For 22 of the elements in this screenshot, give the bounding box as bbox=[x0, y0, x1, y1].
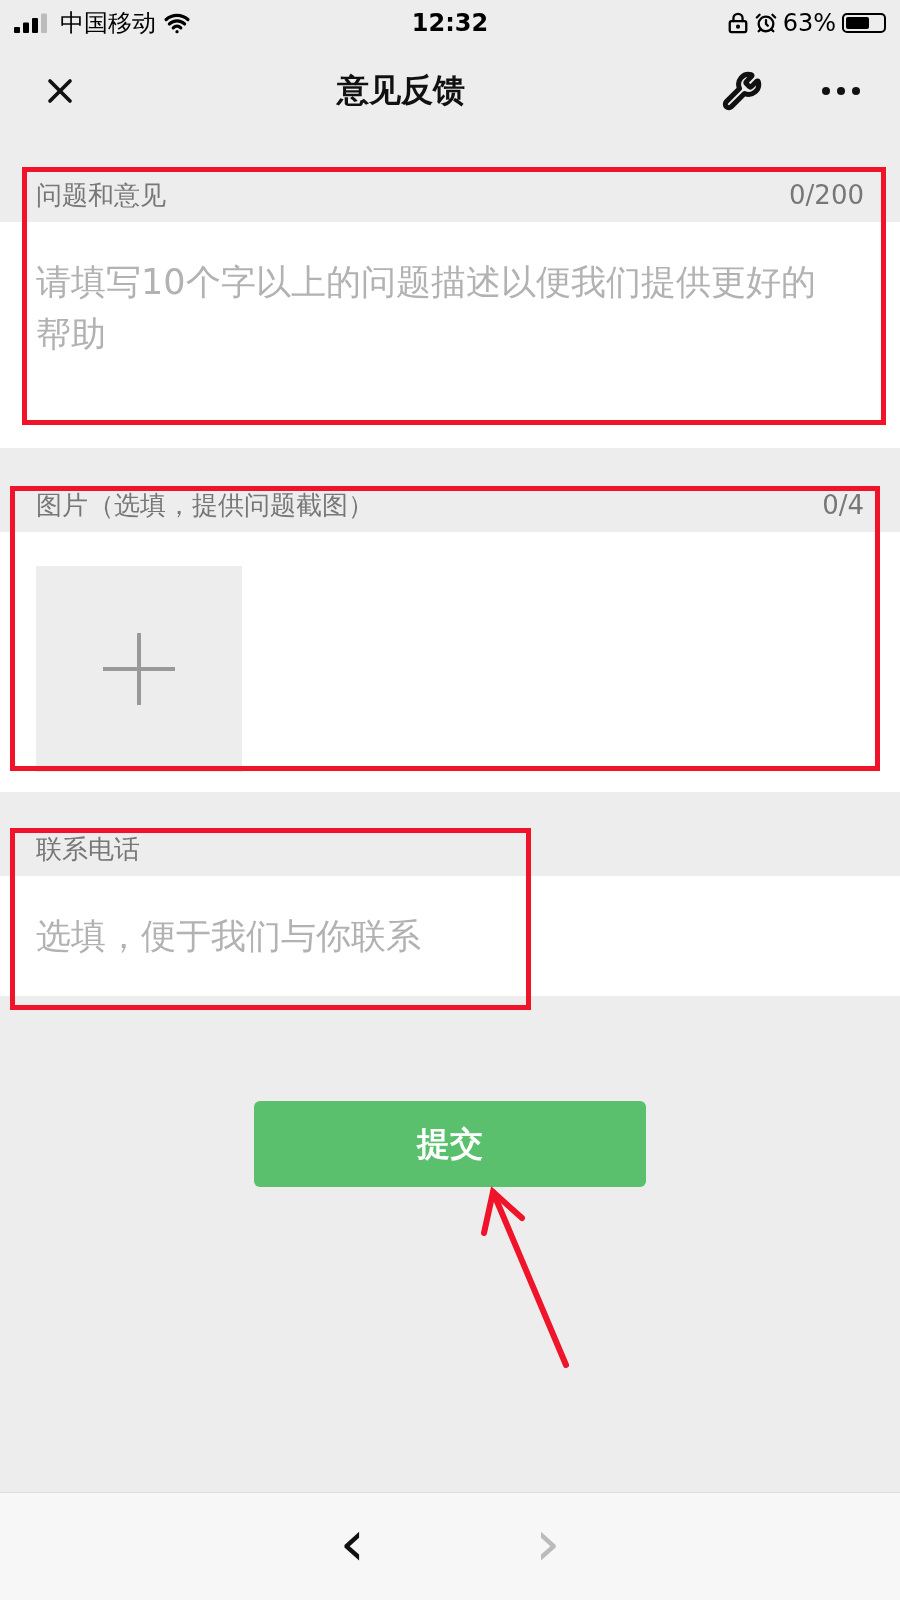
battery-percentage: 63% bbox=[782, 9, 836, 37]
page-title: 意见反馈 bbox=[335, 70, 466, 111]
wrench-button[interactable] bbox=[722, 71, 762, 111]
alarm-icon bbox=[754, 12, 777, 34]
phone-field[interactable]: 选填，便于我们与你联系 bbox=[0, 876, 900, 996]
battery-icon bbox=[842, 13, 886, 33]
plus-icon bbox=[103, 633, 175, 705]
carrier-name: 中国移动 bbox=[60, 8, 156, 39]
section-label: 联系电话 bbox=[36, 832, 140, 866]
more-button[interactable] bbox=[822, 87, 860, 95]
item-count: 0/4 bbox=[822, 490, 864, 520]
clock-time: 12:32 bbox=[411, 9, 489, 37]
rotation-lock-icon bbox=[726, 12, 749, 34]
submit-button[interactable]: 提交 bbox=[254, 1101, 646, 1187]
back-button[interactable]: ‹ bbox=[329, 1513, 375, 1573]
section-label: 图片（选填，提供问题截图） bbox=[36, 488, 374, 522]
section-label: 问题和意见 bbox=[36, 178, 166, 212]
feedback-field[interactable]: 请填写10个字以上的问题描述以便我们提供更好的帮助 bbox=[0, 222, 900, 448]
more-icon bbox=[822, 87, 860, 95]
add-image-button[interactable] bbox=[36, 566, 242, 772]
item-count: 0/200 bbox=[789, 180, 864, 210]
wrench-icon bbox=[722, 71, 762, 111]
